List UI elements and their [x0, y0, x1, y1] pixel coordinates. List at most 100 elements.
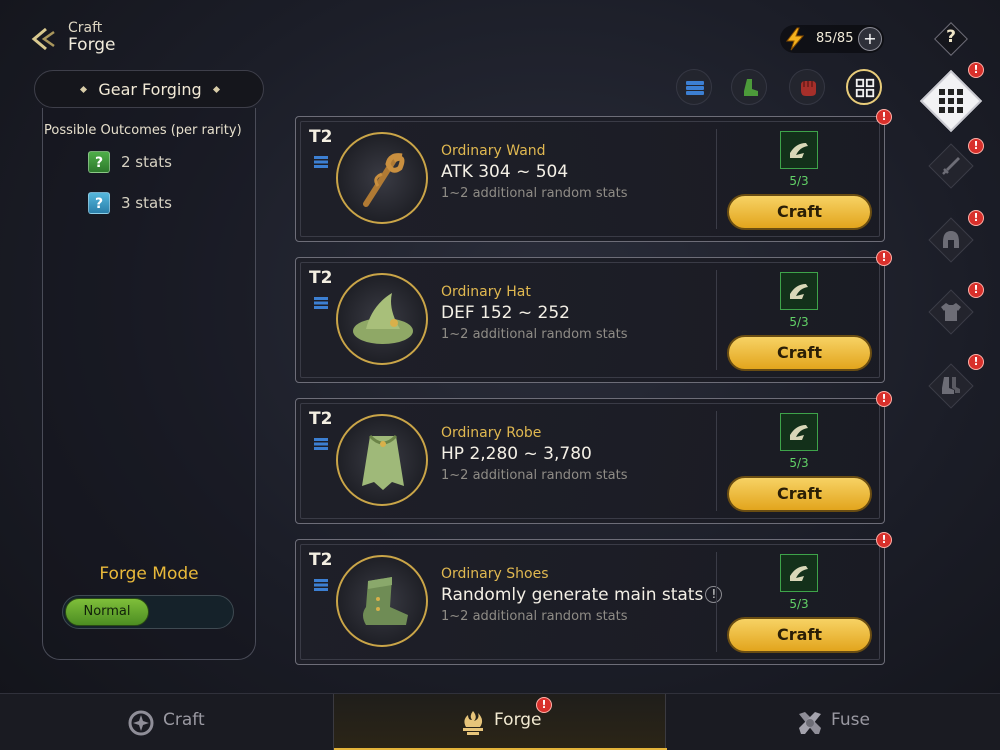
- help-button[interactable]: ?: [934, 22, 968, 56]
- alert-badge: !: [968, 354, 984, 370]
- item-main-stat: HP 2,280 ~ 3,780: [441, 444, 592, 464]
- forge-mode-normal[interactable]: Normal: [65, 598, 149, 626]
- item-extra-stats: 1~2 additional random stats: [441, 468, 628, 483]
- item-portrait: [336, 414, 428, 506]
- outcome-label: 2 stats: [121, 153, 172, 171]
- item-main-stat: Randomly generate main stats!: [441, 585, 723, 605]
- robe-icon: [362, 434, 404, 490]
- item-portrait: [336, 132, 428, 224]
- item-main-stat: DEF 152 ~ 252: [441, 303, 570, 323]
- item-portrait: [336, 555, 428, 647]
- category-weapon-button[interactable]: [928, 143, 974, 189]
- layers-icon: [686, 81, 704, 95]
- category-all-button[interactable]: [919, 69, 983, 133]
- forge-item-card: T2 Ordinary Robe HP 2,280 ~ 3,780 1~2 ad…: [295, 398, 885, 524]
- filter-layers-button[interactable]: [676, 69, 712, 105]
- alert-badge: !: [536, 697, 552, 713]
- filter-all-button[interactable]: [846, 69, 882, 105]
- tab-forge[interactable]: Forge: [333, 694, 667, 750]
- material-count: 5/3: [789, 597, 809, 611]
- lightning-icon: [785, 27, 805, 51]
- category-boots-button[interactable]: [928, 363, 974, 409]
- forge-mode-title: Forge Mode: [99, 564, 199, 584]
- filter-boot-button[interactable]: [731, 69, 767, 105]
- tab-label: Craft: [163, 710, 205, 730]
- outcome-label: 3 stats: [121, 194, 172, 212]
- material-count: 5/3: [789, 456, 809, 470]
- filter-fist-button[interactable]: [789, 69, 825, 105]
- alert-badge: !: [968, 210, 984, 226]
- fist-icon: [801, 81, 816, 96]
- add-energy-button[interactable]: +: [858, 27, 882, 51]
- alert-badge: !: [876, 391, 892, 407]
- item-extra-stats: 1~2 additional random stats: [441, 609, 628, 624]
- item-portrait: [336, 273, 428, 365]
- alert-badge: !: [968, 138, 984, 154]
- alert-badge: !: [876, 532, 892, 548]
- gear-forging-label: Gear Forging: [98, 80, 202, 99]
- material-slot[interactable]: [780, 554, 818, 592]
- tier-label: T2: [309, 127, 333, 147]
- forge-icon: [463, 711, 483, 735]
- card-divider: [716, 411, 717, 511]
- forge-item-card: T2 Ordinary Hat DEF 152 ~ 252 1~2 additi…: [295, 257, 885, 383]
- craft-button[interactable]: Craft: [727, 476, 872, 512]
- category-armor-button[interactable]: [928, 289, 974, 335]
- cloth-material-icon: [790, 284, 808, 299]
- bottom-tab-bar: Craft Forge Fuse: [0, 693, 1000, 750]
- card-divider: [716, 270, 717, 370]
- item-extra-stats: 1~2 additional random stats: [441, 327, 628, 342]
- energy-counter: 85/85 +: [780, 25, 884, 53]
- hat-icon: [353, 293, 413, 344]
- cloth-material-icon: [790, 425, 808, 440]
- shoes-icon: [363, 577, 408, 625]
- outcomes-title: Possible Outcomes (per rarity): [44, 123, 242, 138]
- item-name: Ordinary Hat: [441, 284, 531, 300]
- rarity-question-icon: ?: [88, 192, 110, 214]
- card-divider: [716, 552, 717, 652]
- cloth-material-icon: [790, 143, 808, 158]
- alert-badge: !: [876, 109, 892, 125]
- back-button[interactable]: [28, 24, 58, 54]
- tier-label: T2: [309, 409, 333, 429]
- material-slot[interactable]: [780, 131, 818, 169]
- boot-icon: [744, 79, 758, 96]
- tab-label: Forge: [494, 710, 542, 730]
- back-arrow-icon: [31, 27, 55, 51]
- sword-icon: [942, 157, 960, 175]
- item-name: Ordinary Shoes: [441, 566, 549, 582]
- material-count: 5/3: [789, 315, 809, 329]
- craft-button[interactable]: Craft: [727, 617, 872, 653]
- wand-icon: [363, 153, 405, 207]
- forge-item-card: T2 Ordinary Shoes Randomly generate main…: [295, 539, 885, 665]
- gear-forging-header[interactable]: Gear Forging: [34, 70, 264, 108]
- tab-fuse[interactable]: Fuse: [666, 694, 999, 750]
- craft-icon: [128, 710, 154, 736]
- question-icon: ?: [946, 27, 956, 47]
- layers-icon: [314, 438, 328, 450]
- armor-icon: [941, 303, 961, 321]
- alert-badge: !: [876, 250, 892, 266]
- item-name: Ordinary Wand: [441, 143, 546, 159]
- layers-icon: [314, 156, 328, 168]
- forge-mode-toggle[interactable]: Normal: [62, 595, 234, 629]
- category-helmet-button[interactable]: [928, 217, 974, 263]
- helmet-icon: [943, 231, 959, 248]
- info-icon[interactable]: !: [705, 586, 723, 603]
- tier-label: T2: [309, 268, 333, 288]
- craft-button[interactable]: Craft: [727, 335, 872, 371]
- layers-icon: [314, 297, 328, 309]
- tab-craft[interactable]: Craft: [0, 694, 333, 750]
- tier-label: T2: [309, 550, 333, 570]
- item-main-stat-text: Randomly generate main stats: [441, 585, 704, 605]
- material-slot[interactable]: [780, 272, 818, 310]
- item-extra-stats: 1~2 additional random stats: [441, 186, 628, 201]
- fuse-icon: [799, 712, 821, 734]
- cloth-material-icon: [790, 566, 808, 581]
- rarity-question-icon: ?: [88, 151, 110, 173]
- item-name: Ordinary Robe: [441, 425, 542, 441]
- page-title: Forge: [68, 35, 116, 55]
- craft-button[interactable]: Craft: [727, 194, 872, 230]
- material-slot[interactable]: [780, 413, 818, 451]
- grid-icon: [855, 78, 875, 98]
